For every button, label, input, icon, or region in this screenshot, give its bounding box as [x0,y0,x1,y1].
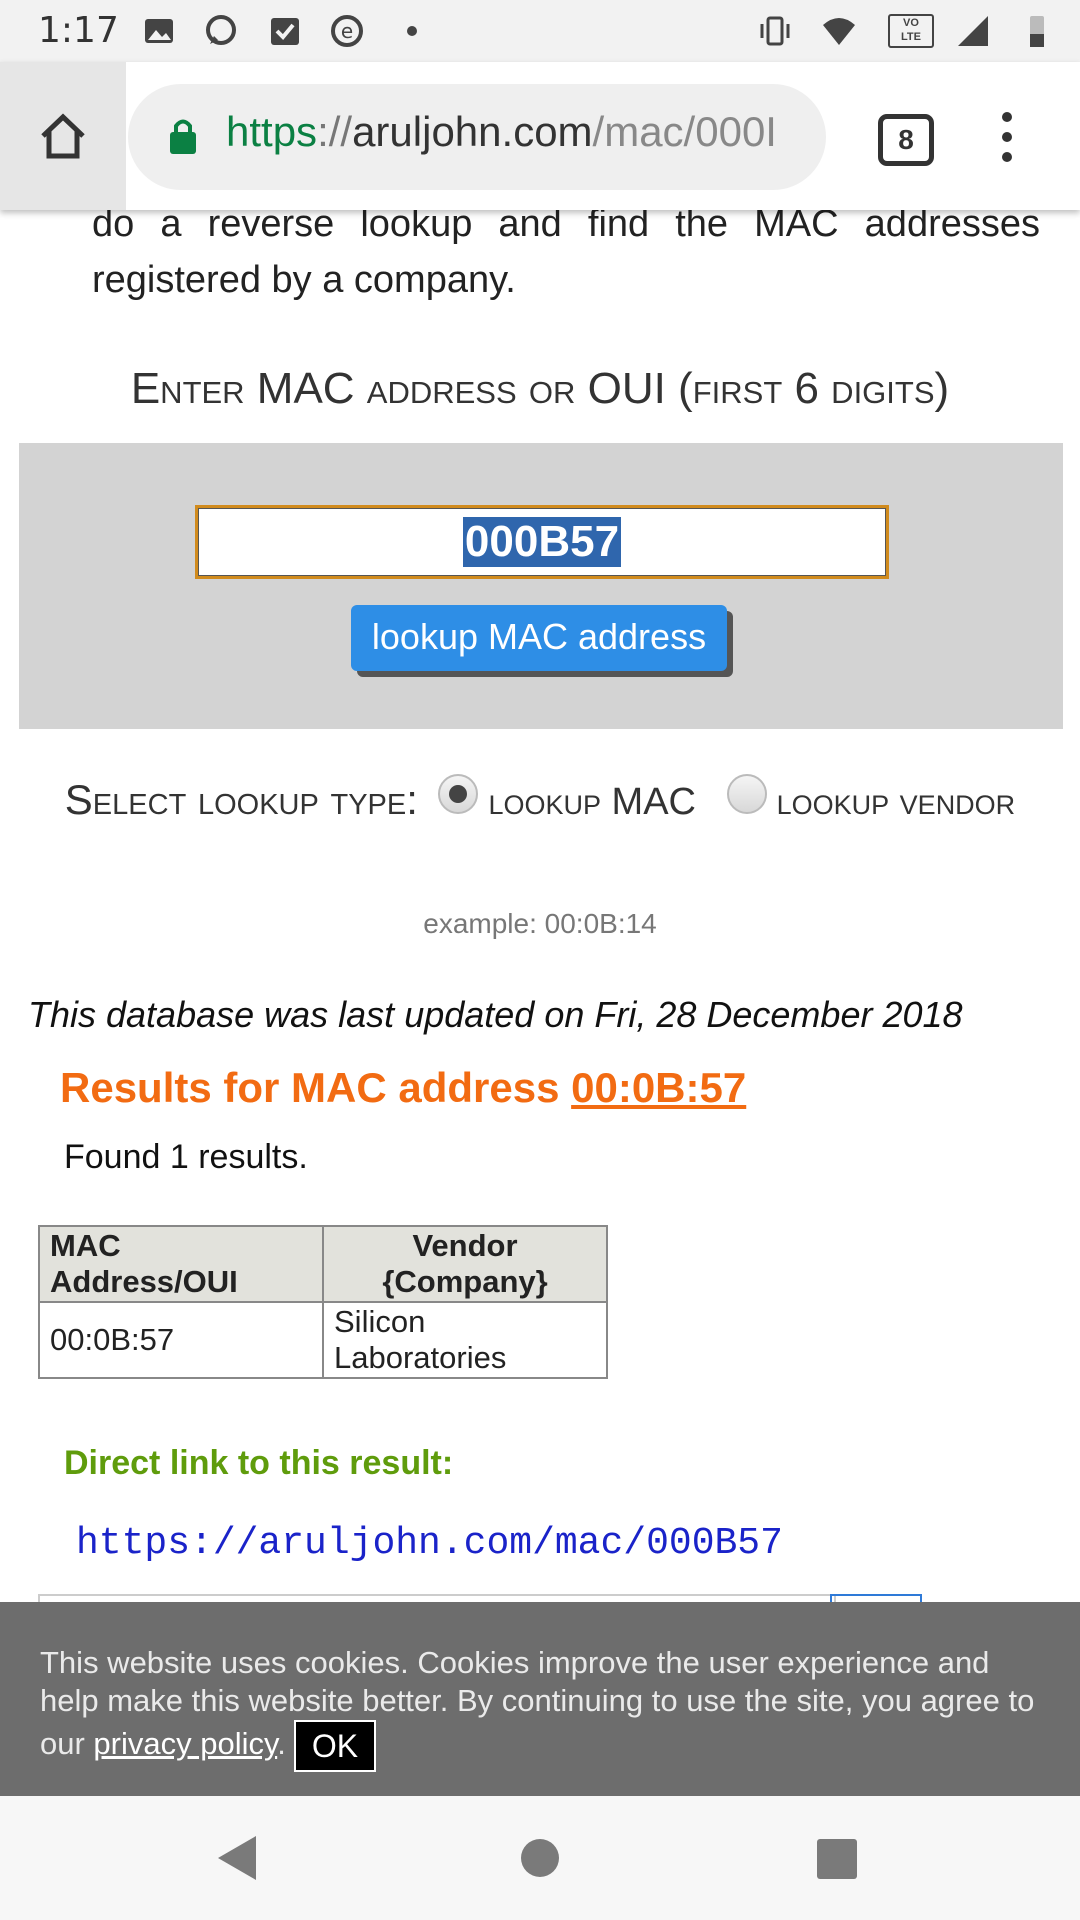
radio-lookup-mac-label[interactable]: lookup MAC [488,781,696,823]
radio-lookup-vendor[interactable] [726,773,767,814]
signal-icon [958,16,988,46]
db-updated-text: This database was last updated on Fri, 2… [28,994,963,1035]
direct-link-label: Direct link to this result: [64,1444,454,1482]
url-host: aruljohn.com [352,108,593,155]
lookup-type-label: Select lookup type: [64,776,418,823]
table-cell-mac: 00:0B:57 [38,1301,324,1379]
volte-label-bottom: LTE [901,31,921,43]
back-icon[interactable] [218,1836,256,1880]
url-path: /mac/000I [592,108,777,155]
home-icon [41,113,85,159]
mac-address-input[interactable]: 000B57 [195,505,889,579]
table-cell-vendor: Silicon Laboratories [322,1301,608,1379]
results-mac-link[interactable]: 00:0B:57 [571,1064,746,1111]
table-header: Vendor {Company} [322,1225,608,1303]
url-scheme: https [226,108,318,155]
wifi-icon [823,18,855,45]
home-button[interactable] [0,62,126,210]
battery-icon [1030,16,1044,47]
address-bar[interactable]: https://aruljohn.com/mac/000I [128,84,826,190]
lookup-panel: 000B57 lookup MAC address [19,443,1063,729]
results-title: Results for MAC address 00:0B:57 [60,1064,746,1112]
enter-mac-heading: Enter MAC address or OUI (first 6 digits… [130,364,950,413]
overflow-menu-button[interactable] [992,112,1022,172]
mac-input-value: 000B57 [462,517,622,567]
chat-icon [206,15,236,45]
vibrate-icon [760,16,790,46]
lookup-type-selector: Select lookup type: lookup MAC lookup ve… [0,770,1080,832]
table-header: MAC Address/OUI [38,1225,324,1303]
privacy-policy-link[interactable]: privacy policy [93,1726,277,1761]
system-nav-bar [0,1796,1080,1920]
check-icon [271,18,299,45]
cookie-banner: This website uses cookies. Cookies impro… [0,1602,1080,1796]
url-text: https://aruljohn.com/mac/000I [226,108,816,156]
status-bar: 1:17 e VO LTE [0,0,1080,62]
direct-link-url[interactable]: https://aruljohn.com/mac/000B57 [76,1522,783,1565]
e-icon: e [331,15,363,47]
url-separator: :// [317,108,353,155]
svg-text:e: e [341,19,353,43]
cookie-text-end: . [277,1726,286,1762]
volte-icon: VO LTE [888,14,934,48]
status-time: 1:17 [38,10,119,51]
radio-lookup-vendor-label[interactable]: lookup vendor [777,781,1016,823]
home-circle-icon[interactable] [521,1839,559,1877]
lock-icon [170,119,196,154]
radio-lookup-mac[interactable] [438,773,479,814]
image-icon [145,19,173,43]
dot-icon [407,26,417,36]
recents-icon[interactable] [817,1839,857,1879]
example-text: example: 00:0B:14 [423,908,657,939]
intro-text: do a reverse lookup and find the MAC add… [92,203,1040,301]
results-table: MAC Address/OUI Vendor {Company} 00:0B:5… [38,1225,608,1379]
found-count: Found 1 results. [64,1138,308,1176]
table-header-row: MAC Address/OUI Vendor {Company} [38,1225,608,1303]
table-row: 00:0B:57 Silicon Laboratories [38,1301,608,1379]
browser-toolbar: https://aruljohn.com/mac/000I 8 [0,62,1080,210]
lookup-mac-button[interactable]: lookup MAC address [351,605,727,671]
cookie-text: This website uses cookies. Cookies impro… [40,1644,1050,1772]
volte-label-top: VO [903,17,919,29]
cookie-ok-button[interactable]: OK [293,1720,377,1772]
results-title-prefix: Results for MAC address [60,1064,572,1111]
tab-switcher-button[interactable]: 8 [878,114,934,166]
